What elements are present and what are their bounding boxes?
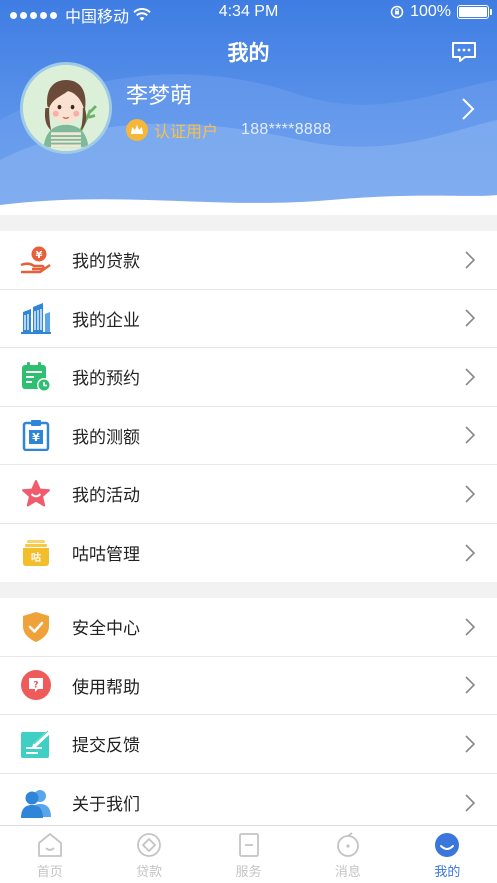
calendar-clock-icon [20, 361, 52, 393]
chevron-right-icon [465, 485, 475, 503]
users-icon [20, 787, 52, 819]
profile-chevron-right-icon[interactable] [461, 97, 475, 121]
svg-text:¥: ¥ [32, 431, 40, 444]
avatar[interactable] [20, 62, 112, 154]
star-icon [20, 478, 52, 510]
menu-item-label: 提交反馈 [72, 736, 140, 756]
tab-loan[interactable]: 贷款 [99, 826, 198, 883]
battery-icon [457, 5, 492, 19]
menu-item-label: 关于我们 [72, 795, 140, 815]
menu-item-label: 咕咕管理 [72, 545, 140, 565]
building-icon [20, 302, 52, 335]
menu-item-label: 我的企业 [72, 310, 140, 330]
tab-label: 我的 [434, 864, 461, 879]
menu-item-label: 使用帮助 [72, 677, 140, 697]
menu-group-primary: ¥ 我的贷款 我的企业 我的预约 ¥ 我的测额 我的活动 咕 咕咕管理 [0, 231, 497, 582]
menu-item-label: 我的活动 [72, 486, 140, 506]
svg-text:咕: 咕 [31, 551, 41, 564]
chevron-right-icon [465, 426, 475, 444]
menu-item-my-activities[interactable]: 我的活动 [0, 465, 497, 524]
tab-label: 首页 [36, 864, 63, 879]
chevron-right-icon [465, 794, 475, 812]
tab-label: 贷款 [136, 864, 163, 879]
menu-group-secondary: 安全中心 ? 使用帮助 提交反馈 关于我们 [0, 598, 497, 832]
clipboard-yen-icon: ¥ [20, 419, 52, 452]
menu-item-my-loans[interactable]: ¥ 我的贷款 [0, 231, 497, 290]
chevron-right-icon [465, 309, 475, 327]
chevron-right-icon [465, 544, 475, 562]
menu-item-my-quota-test[interactable]: ¥ 我的测额 [0, 407, 497, 465]
badge-label: 认证用户 [154, 124, 219, 141]
chevron-right-icon [465, 676, 475, 694]
shield-check-icon [20, 611, 52, 643]
menu-item-help[interactable]: ? 使用帮助 [0, 657, 497, 715]
chat-bubble-icon[interactable] [451, 40, 477, 64]
tab-label: 服务 [235, 864, 262, 879]
message-icon [337, 832, 359, 857]
verified-badge: 认证用户 [126, 118, 218, 142]
menu-item-feedback[interactable]: 提交反馈 [0, 715, 497, 774]
svg-text:¥: ¥ [36, 250, 43, 261]
chevron-right-icon [465, 368, 475, 386]
loan-icon [137, 833, 162, 857]
chevron-right-icon [465, 735, 475, 753]
gugu-box-icon: 咕 [20, 537, 52, 569]
home-icon [37, 833, 62, 857]
menu-item-label: 我的贷款 [72, 252, 140, 272]
help-question-icon: ? [20, 669, 52, 701]
feedback-edit-icon [20, 728, 52, 760]
status-bar: 中国移动 4:34 PM 100% [0, 0, 497, 26]
chevron-right-icon [465, 618, 475, 636]
crown-icon [126, 119, 148, 141]
avatar-girl-illustration [23, 65, 109, 151]
menu-item-security-center[interactable]: 安全中心 [0, 598, 497, 657]
menu-item-gugu-management[interactable]: 咕 咕咕管理 [0, 524, 497, 583]
menu-item-my-appointments[interactable]: 我的预约 [0, 348, 497, 407]
tab-messages[interactable]: 消息 [298, 826, 397, 883]
tab-profile[interactable]: 我的 [398, 826, 497, 883]
service-icon [238, 833, 259, 857]
tab-service[interactable]: 服务 [199, 826, 298, 883]
menu-item-about-us[interactable]: 关于我们 [0, 774, 497, 833]
user-phone: 188****8888 [241, 121, 332, 138]
chevron-right-icon [465, 251, 475, 269]
battery-percent: 100% [410, 3, 451, 20]
tab-home[interactable]: 首页 [0, 826, 99, 883]
bottom-tab-bar: 首页 贷款 服务 消息 我的 [0, 825, 497, 883]
menu-item-my-company[interactable]: 我的企业 [0, 290, 497, 348]
menu-item-label: 安全中心 [72, 619, 140, 639]
menu-item-label: 我的预约 [72, 369, 140, 389]
loan-hand-icon: ¥ [20, 244, 52, 276]
svg-text:?: ? [33, 681, 38, 691]
menu-item-label: 我的测额 [72, 427, 140, 447]
rotation-lock-icon [390, 5, 404, 19]
profile-header: 中国移动 4:34 PM 100% 我的 李梦萌 认证用户 188****888… [0, 0, 497, 215]
user-name: 李梦萌 [126, 83, 193, 108]
tab-label: 消息 [334, 864, 361, 879]
profile-icon [435, 833, 460, 857]
